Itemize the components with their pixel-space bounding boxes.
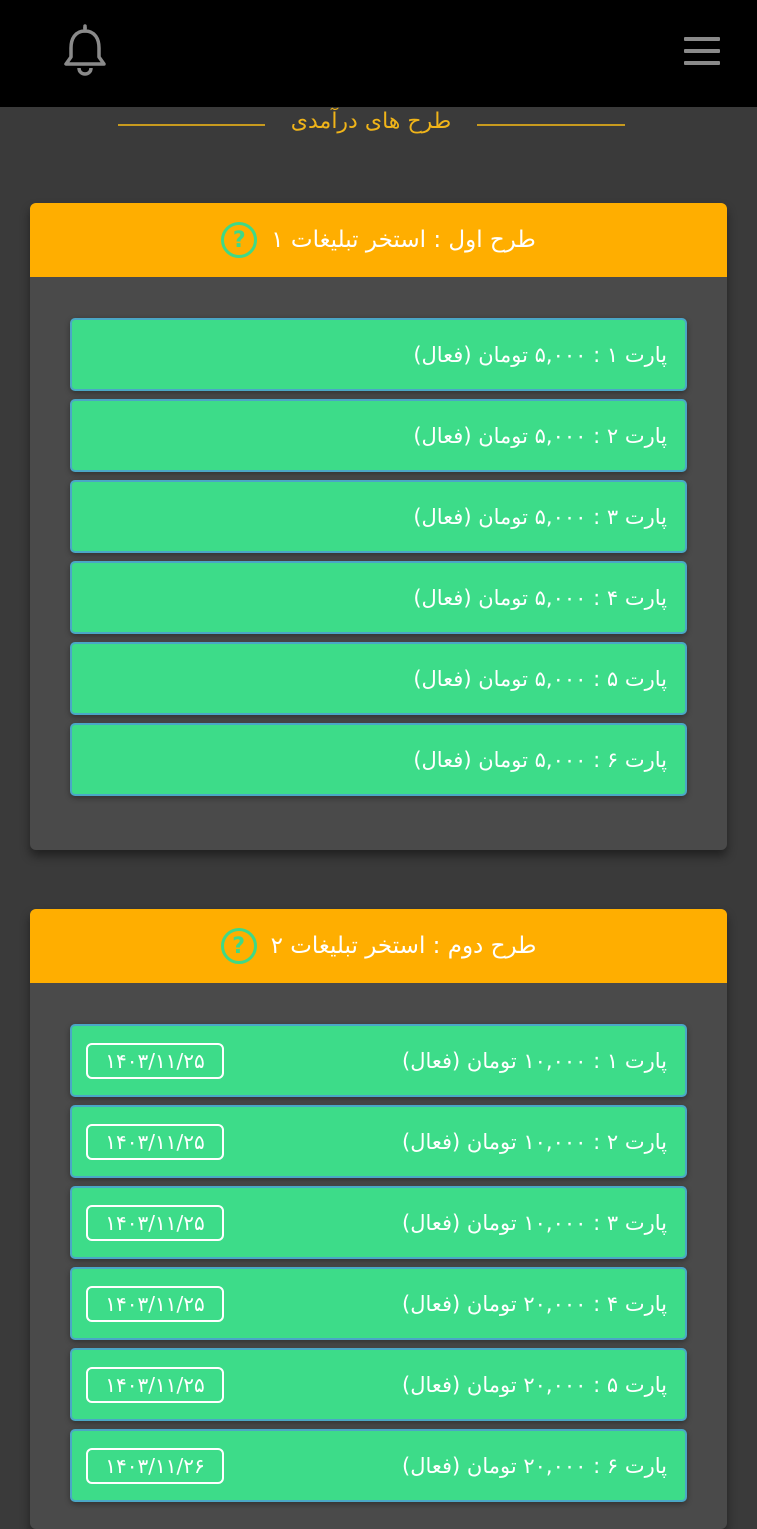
- date-badge: ۱۴۰۳/۱۱/۲۵: [86, 1123, 224, 1160]
- section-title: طرح های درآمدی: [0, 107, 757, 147]
- plan-card-2: طرح دوم : استخر تبلیغات ۲ ? پارت ۱ : ۱۰,…: [30, 909, 727, 1529]
- plan-part-row[interactable]: پارت ۴ : ۲۰,۰۰۰ تومان (فعال) ۱۴۰۳/۱۱/۲۵: [70, 1267, 687, 1340]
- part-label: پارت ۵ : ۵,۰۰۰ تومان (فعال): [413, 666, 667, 691]
- section-title-text: طرح های درآمدی: [290, 109, 452, 134]
- plan-part-row[interactable]: پارت ۱ : ۵,۰۰۰ تومان (فعال): [70, 318, 687, 391]
- part-label: پارت ۶ : ۲۰,۰۰۰ تومان (فعال): [402, 1453, 667, 1478]
- title-divider-left: [118, 124, 265, 126]
- part-label: پارت ۳ : ۵,۰۰۰ تومان (فعال): [413, 504, 667, 529]
- plan-part-row[interactable]: پارت ۴ : ۵,۰۰۰ تومان (فعال): [70, 561, 687, 634]
- plan-part-row[interactable]: پارت ۶ : ۵,۰۰۰ تومان (فعال): [70, 723, 687, 796]
- plan-parts-2: پارت ۱ : ۱۰,۰۰۰ تومان (فعال) ۱۴۰۳/۱۱/۲۵ …: [30, 983, 727, 1502]
- plan-part-row[interactable]: پارت ۲ : ۵,۰۰۰ تومان (فعال): [70, 399, 687, 472]
- plan-part-row[interactable]: پارت ۲ : ۱۰,۰۰۰ تومان (فعال) ۱۴۰۳/۱۱/۲۵: [70, 1105, 687, 1178]
- date-badge: ۱۴۰۳/۱۱/۲۵: [86, 1204, 224, 1241]
- date-badge: ۱۴۰۳/۱۱/۲۵: [86, 1042, 224, 1079]
- plan-part-row[interactable]: پارت ۳ : ۱۰,۰۰۰ تومان (فعال) ۱۴۰۳/۱۱/۲۵: [70, 1186, 687, 1259]
- part-label: پارت ۶ : ۵,۰۰۰ تومان (فعال): [413, 747, 667, 772]
- part-label: پارت ۴ : ۲۰,۰۰۰ تومان (فعال): [402, 1291, 667, 1316]
- plan-header-2: طرح دوم : استخر تبلیغات ۲ ?: [30, 909, 727, 983]
- date-badge: ۱۴۰۳/۱۱/۲۶: [86, 1447, 224, 1484]
- part-label: پارت ۱ : ۱۰,۰۰۰ تومان (فعال): [402, 1048, 667, 1073]
- question-mark-icon[interactable]: ?: [221, 222, 258, 258]
- plan-part-row[interactable]: پارت ۵ : ۲۰,۰۰۰ تومان (فعال) ۱۴۰۳/۱۱/۲۵: [70, 1348, 687, 1421]
- part-label: پارت ۵ : ۲۰,۰۰۰ تومان (فعال): [402, 1372, 667, 1397]
- plan-title-1: طرح اول : استخر تبلیغات ۱: [271, 227, 536, 253]
- part-label: پارت ۱ : ۵,۰۰۰ تومان (فعال): [413, 342, 667, 367]
- bell-icon[interactable]: [60, 24, 110, 76]
- date-badge: ۱۴۰۳/۱۱/۲۵: [86, 1366, 224, 1403]
- part-label: پارت ۴ : ۵,۰۰۰ تومان (فعال): [413, 585, 667, 610]
- plan-part-row[interactable]: پارت ۳ : ۵,۰۰۰ تومان (فعال): [70, 480, 687, 553]
- plan-part-row[interactable]: پارت ۶ : ۲۰,۰۰۰ تومان (فعال) ۱۴۰۳/۱۱/۲۶: [70, 1429, 687, 1502]
- top-app-bar: [0, 0, 757, 107]
- hamburger-menu-icon[interactable]: [680, 32, 724, 70]
- plan-header-1: طرح اول : استخر تبلیغات ۱ ?: [30, 203, 727, 277]
- plan-part-row[interactable]: پارت ۵ : ۵,۰۰۰ تومان (فعال): [70, 642, 687, 715]
- date-badge: ۱۴۰۳/۱۱/۲۵: [86, 1285, 224, 1322]
- part-label: پارت ۳ : ۱۰,۰۰۰ تومان (فعال): [402, 1210, 667, 1235]
- plan-title-2: طرح دوم : استخر تبلیغات ۲: [270, 933, 537, 959]
- plan-card-1: طرح اول : استخر تبلیغات ۱ ? پارت ۱ : ۵,۰…: [30, 203, 727, 850]
- title-divider-right: [477, 124, 625, 126]
- part-label: پارت ۲ : ۵,۰۰۰ تومان (فعال): [413, 423, 667, 448]
- part-label: پارت ۲ : ۱۰,۰۰۰ تومان (فعال): [402, 1129, 667, 1154]
- plan-part-row[interactable]: پارت ۱ : ۱۰,۰۰۰ تومان (فعال) ۱۴۰۳/۱۱/۲۵: [70, 1024, 687, 1097]
- plan-parts-1: پارت ۱ : ۵,۰۰۰ تومان (فعال) پارت ۲ : ۵,۰…: [30, 277, 727, 796]
- question-mark-icon[interactable]: ?: [220, 928, 257, 964]
